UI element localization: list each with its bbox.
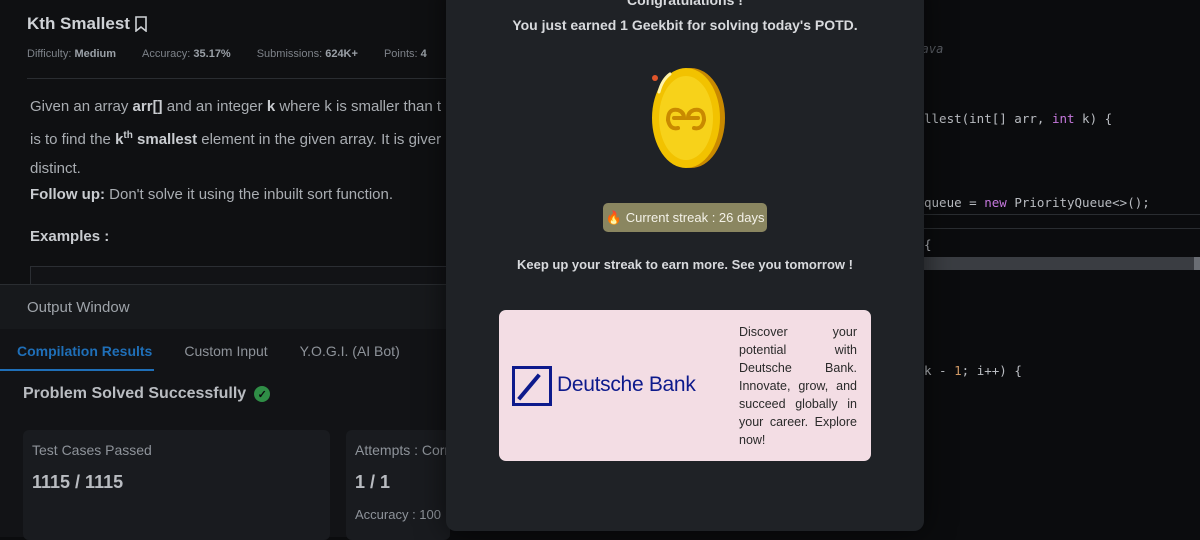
language-label: r Java [924,42,944,56]
test-cases-card: Test Cases Passed 1115 / 1115 [23,430,330,540]
tab-yogi-ai-bot[interactable]: Y.O.G.I. (AI Bot) [300,343,400,359]
streak-text: Current streak : 26 days [625,210,765,225]
code-text: ; i++) { [961,363,1022,378]
desc-k: k [266,98,276,115]
difficulty-label: Difficulty: [27,48,72,60]
code-line: k - 1; i++) { [924,364,1150,378]
active-line-highlight [924,214,1200,229]
problem-description: Given an array arr[] and an integer k wh… [30,92,450,183]
desc-line-2: is to find the kth smallest element in t… [30,121,450,154]
attempts-card: Attempts : Corr 1 / 1 Accuracy : 100 [346,430,450,540]
points: Points: 4 [384,48,427,60]
ad-brand-name: Deutsche Bank [557,373,696,396]
test-cases-label: Test Cases Passed [32,442,152,458]
code-line: llest(int[] arr, int k) { [924,112,1150,126]
followup-text: Don't solve it using the inbuilt sort fu… [104,186,394,203]
horizontal-scrollbar[interactable] [924,257,1200,270]
code-number: 1 [954,363,962,378]
desc-text: is to find the [30,131,116,148]
congrats-heading: Congratulations ! [627,0,743,8]
problem-meta: Difficulty: Medium Accuracy: 35.17% Subm… [27,48,427,60]
examples-heading: Examples : [30,228,110,245]
geekbit-coin-icon [652,68,725,168]
desc-line-1: Given an array arr[] and an integer k wh… [30,92,450,121]
fire-icon: 🔥 [605,209,622,225]
difficulty-value: Medium [74,48,117,60]
code-lines[interactable]: llest(int[] arr, int k) { queue = new Pr… [924,84,1150,406]
points-label: Points: [383,48,418,60]
logo-slash [517,373,541,401]
submissions: Submissions: 624K+ [257,48,358,60]
tab-compilation-results[interactable]: Compilation Results [0,343,155,371]
code-text: llest(int[] arr, [924,111,1052,126]
desc-line-3: distinct. [30,160,81,177]
code-text: queue = [924,195,985,210]
accuracy: Accuracy: 35.17% [142,48,231,60]
scrollbar-thumb[interactable] [1194,257,1200,270]
accuracy-label: Accuracy: [142,48,191,60]
output-tabs: Compilation Results Custom Input Y.O.G.I… [0,343,400,371]
attempts-value: 1 / 1 [355,472,391,492]
output-title: Output Window [27,299,130,316]
solved-status: Problem Solved Successfully ✓ [23,385,271,403]
points-value: 4 [420,48,427,60]
title-row: Kth Smallest [27,14,148,34]
attempts-accuracy: Accuracy : 100 [355,507,441,522]
followup-label: Follow up: [30,186,105,203]
code-text: k) { [1074,111,1113,126]
streak-badge: 🔥 Current streak : 26 days [603,203,767,232]
submissions-value: 624K+ [325,48,358,60]
bookmark-icon[interactable] [134,16,148,32]
desc-text: element in the given array. It is giver [197,131,442,148]
code-editor[interactable]: r Java llest(int[] arr, int k) { queue =… [924,0,1200,536]
follow-up: Follow up: Don't solve it using the inbu… [30,186,393,203]
ad-text: Discover your potential with Deutsche Ba… [739,325,857,447]
desc-text: and an integer [162,98,267,115]
submissions-label: Submissions: [256,48,323,60]
code-line: queue = new PriorityQueue<>(); [924,196,1150,210]
desc-text: Given an array [30,98,133,115]
earned-message: You just earned 1 Geekbit for solving to… [512,17,858,33]
deutsche-bank-logo-icon [512,366,552,406]
code-text: { [924,237,932,252]
code-text: PriorityQueue<>(); [1006,195,1150,210]
attempts-label: Attempts : Corr [355,442,450,458]
divider [27,78,450,79]
check-circle-icon: ✓ [254,386,271,402]
code-keyword: int [1051,111,1075,126]
tab-custom-input[interactable]: Custom Input [184,343,267,359]
solved-text: Problem Solved Successfully [23,385,247,402]
difficulty: Difficulty: Medium [27,48,116,60]
deutsche-bank-ad[interactable]: Deutsche Bank Discover your potential wi… [499,310,871,461]
congrats-modal: Congratulations ! You just earned 1 Geek… [446,0,924,531]
output-window: Output Window Compilation Results Custom… [0,284,450,540]
code-text: k - [924,363,955,378]
accuracy-value: 35.17% [193,48,231,60]
problem-title: Kth Smallest [27,14,130,33]
keep-up-message: Keep up your streak to earn more. See yo… [517,257,853,272]
test-cases-value: 1115 / 1115 [32,472,124,492]
desc-text: where k is smaller than t [275,98,442,115]
output-header: Output Window [0,285,450,329]
desc-sup: th [123,130,133,141]
desc-smallest: smallest [132,131,198,148]
code-keyword: new [984,195,1007,210]
desc-arr: arr[] [132,98,163,115]
code-line: { [924,238,1150,252]
